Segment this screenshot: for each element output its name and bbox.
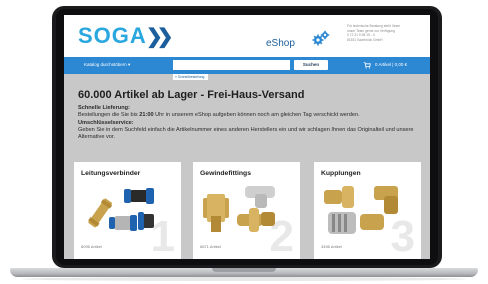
info-text: Schnelle Lieferung: Bestellungen die Sie… (78, 105, 423, 141)
coupling-product-image (324, 186, 398, 234)
category-card-kupplungen[interactable]: 3 Kupplungen 3456 Artikel (314, 162, 421, 259)
card-title[interactable]: Kupplungen (321, 170, 361, 177)
logo-chevrons: ❯❯ (146, 26, 173, 48)
card-article-count: 8096 Artikel (81, 244, 102, 249)
exchange-service-title: Umschlüsselservice: (78, 119, 134, 126)
contact-line: 81531 Saarbrück GmbH (347, 37, 383, 42)
screen: SOGA ❯❯ eShop Für technische Beratung st… (64, 15, 430, 259)
laptop-shadow (22, 277, 466, 281)
exchange-service-text: Geben Sie in dem Suchfeld einfach die Ar… (78, 126, 414, 141)
quick-order-link[interactable]: » Schnellbestellung (173, 74, 209, 80)
laptop-notch (212, 268, 276, 272)
page-headline: 60.000 Artikel ab Lager - Frei-Haus-Vers… (78, 89, 305, 101)
soga-logo[interactable]: SOGA (78, 23, 147, 49)
category-card-leitungsverbinder[interactable]: 1 Leitungsverbinder 8096 Artikel (74, 162, 181, 259)
search-button[interactable]: Suchen (294, 60, 328, 70)
fitting-product-image (203, 186, 275, 232)
cart-summary[interactable]: 0 Artikel | 0,00 € (375, 62, 407, 67)
gear-icon (312, 30, 330, 46)
card-title[interactable]: Leitungsverbinder (81, 170, 140, 177)
contact-info: Für technische Beratung steht Ihnen unse… (347, 24, 427, 42)
fast-delivery-text-end: Uhr in unserem eShop aufgeben können noc… (153, 112, 360, 119)
category-card-gewindefittings[interactable]: 2 Gewindefittings 6871 Artikel (193, 162, 300, 259)
connector-product-image (88, 188, 154, 231)
catalog-dropdown[interactable]: Katalog durchstöbern ▾ (84, 62, 130, 68)
card-article-count: 3456 Artikel (321, 244, 342, 249)
fast-delivery-title: Schnelle Lieferung: (78, 105, 130, 111)
cart-icon[interactable] (363, 61, 371, 69)
eshop-label: eShop (266, 38, 295, 49)
site-header: SOGA ❯❯ eShop Für technische Beratung st… (64, 15, 430, 57)
search-input[interactable] (173, 60, 290, 70)
fast-delivery-time: 21:00 (139, 112, 154, 119)
nav-bar: Katalog durchstöbern ▾ Suchen 0 Artikel … (64, 57, 430, 74)
card-article-count: 6871 Artikel (200, 244, 221, 249)
fast-delivery-text: Bestellungen die Sie bis (78, 112, 140, 119)
card-title[interactable]: Gewindefittings (200, 170, 251, 177)
